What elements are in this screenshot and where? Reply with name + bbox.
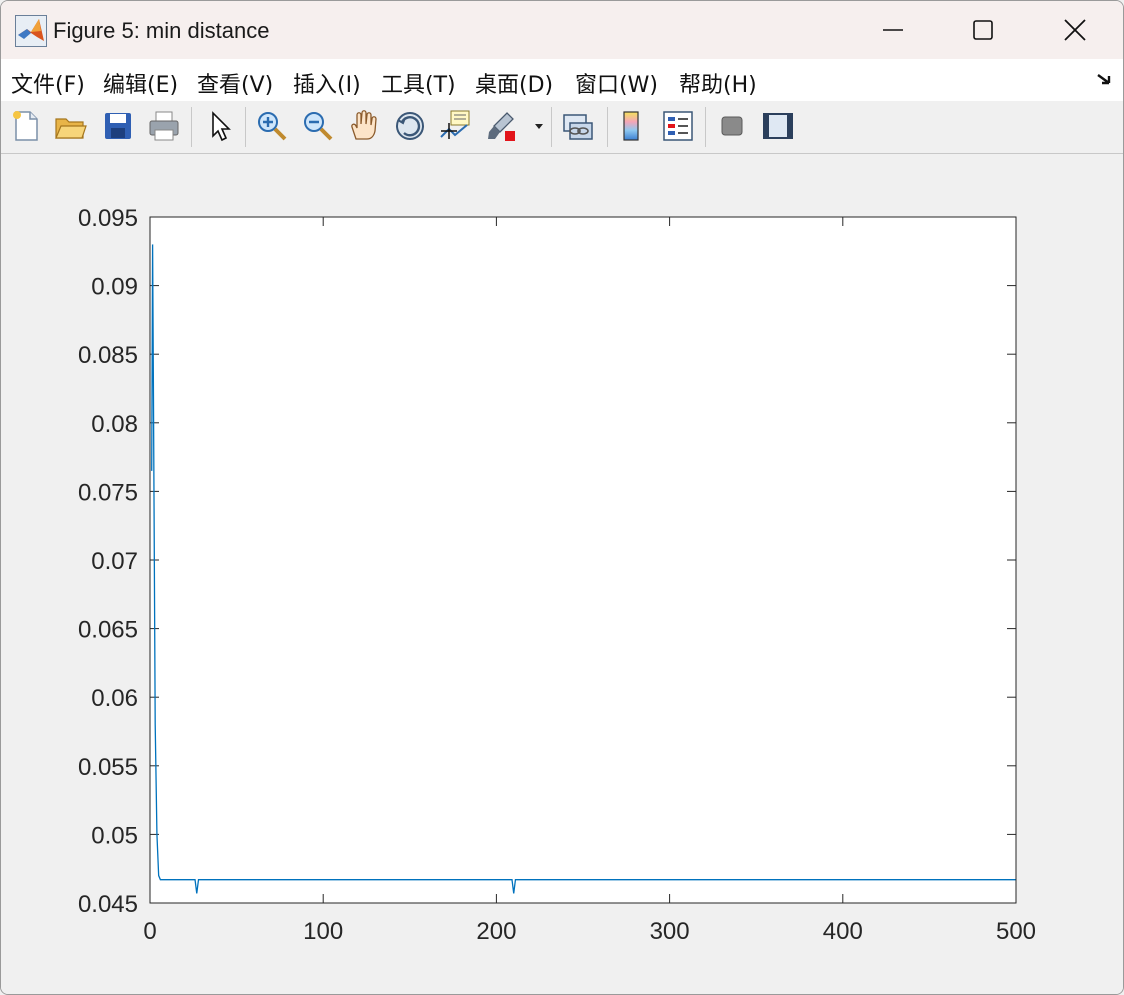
x-tick-label: 500 (996, 918, 1036, 945)
menu-bar: 文件(F) 编辑(E) 查看(V) 插入(I) 工具(T) 桌面(D) 窗口(W… (1, 59, 1123, 101)
x-tick-label: 200 (476, 918, 516, 945)
pan-hand-icon[interactable] (347, 109, 381, 143)
new-figure-icon[interactable] (9, 109, 43, 143)
zoom-out-icon[interactable] (301, 109, 335, 143)
x-tick-label: 0 (143, 918, 156, 945)
menu-edit[interactable]: 编辑(E) (103, 67, 178, 99)
axes-background[interactable] (150, 217, 1016, 903)
plot-svg[interactable]: 0 100 200 300 400 500 0.045 0.05 0.055 0.06 0.065 0… (1, 154, 1123, 994)
brush-icon[interactable] (485, 109, 519, 143)
menu-file[interactable]: 文件(F) (11, 67, 85, 99)
menu-window[interactable]: 窗口(W) (575, 67, 658, 99)
y-tick-label: 0.07 (91, 548, 138, 575)
y-tick-label: 0.045 (78, 891, 138, 918)
save-icon[interactable] (101, 109, 135, 143)
maximize-icon (973, 20, 993, 40)
data-cursor-icon[interactable] (439, 109, 473, 143)
hide-plot-tools-icon[interactable] (715, 109, 749, 143)
rotate-3d-icon[interactable] (393, 109, 427, 143)
print-icon[interactable] (147, 109, 181, 143)
menu-desktop[interactable]: 桌面(D) (475, 67, 553, 99)
y-tick-label: 0.075 (78, 479, 138, 506)
link-plot-icon[interactable] (561, 109, 595, 143)
y-tick-label: 0.05 (91, 822, 138, 849)
figure-toolbar (1, 101, 1123, 154)
menu-insert[interactable]: 插入(I) (293, 67, 361, 99)
toolbar-separator (607, 107, 608, 147)
toolbar-separator (705, 107, 706, 147)
menu-help[interactable]: 帮助(H) (679, 67, 757, 99)
zoom-in-icon[interactable] (255, 109, 289, 143)
y-tick-label: 0.08 (91, 411, 138, 438)
window-title: Figure 5: min distance (53, 18, 270, 43)
menu-view[interactable]: 查看(V) (197, 67, 273, 99)
close-icon (1064, 19, 1086, 41)
brush-dropdown-icon[interactable] (533, 121, 545, 131)
y-tick-label: 0.055 (78, 754, 138, 781)
maximize-button[interactable] (937, 1, 1029, 59)
menu-tools[interactable]: 工具(T) (381, 67, 456, 99)
toolbar-separator (551, 107, 552, 147)
colorbar-icon[interactable] (615, 109, 649, 143)
title-bar[interactable]: Figure 5: min distance (1, 1, 1123, 59)
y-tick-label: 0.065 (78, 617, 138, 644)
y-tick-label: 0.085 (78, 342, 138, 369)
legend-icon[interactable] (661, 109, 695, 143)
minimize-button[interactable] (847, 1, 939, 59)
close-button[interactable] (1029, 1, 1121, 59)
y-tick-label: 0.09 (91, 274, 138, 301)
dock-arrow-icon[interactable] (1095, 69, 1115, 89)
x-tick-label: 300 (650, 918, 690, 945)
figure-window: Figure 5: min distance 文件(F) 编辑(E) 查看(V)… (0, 0, 1124, 995)
y-tick-label: 0.095 (78, 205, 138, 232)
edit-plot-arrow-icon[interactable] (203, 109, 237, 143)
x-tick-label: 400 (823, 918, 863, 945)
show-plot-tools-icon[interactable] (761, 109, 795, 143)
matlab-logo-icon (15, 15, 47, 47)
minimize-icon (883, 29, 903, 31)
y-tick-label: 0.06 (91, 685, 138, 712)
x-tick-label: 100 (303, 918, 343, 945)
open-file-icon[interactable] (53, 109, 87, 143)
toolbar-separator (191, 107, 192, 147)
figure-canvas: 0 100 200 300 400 500 0.045 0.05 0.055 0.06 0.065 0… (1, 154, 1123, 994)
toolbar-separator (245, 107, 246, 147)
